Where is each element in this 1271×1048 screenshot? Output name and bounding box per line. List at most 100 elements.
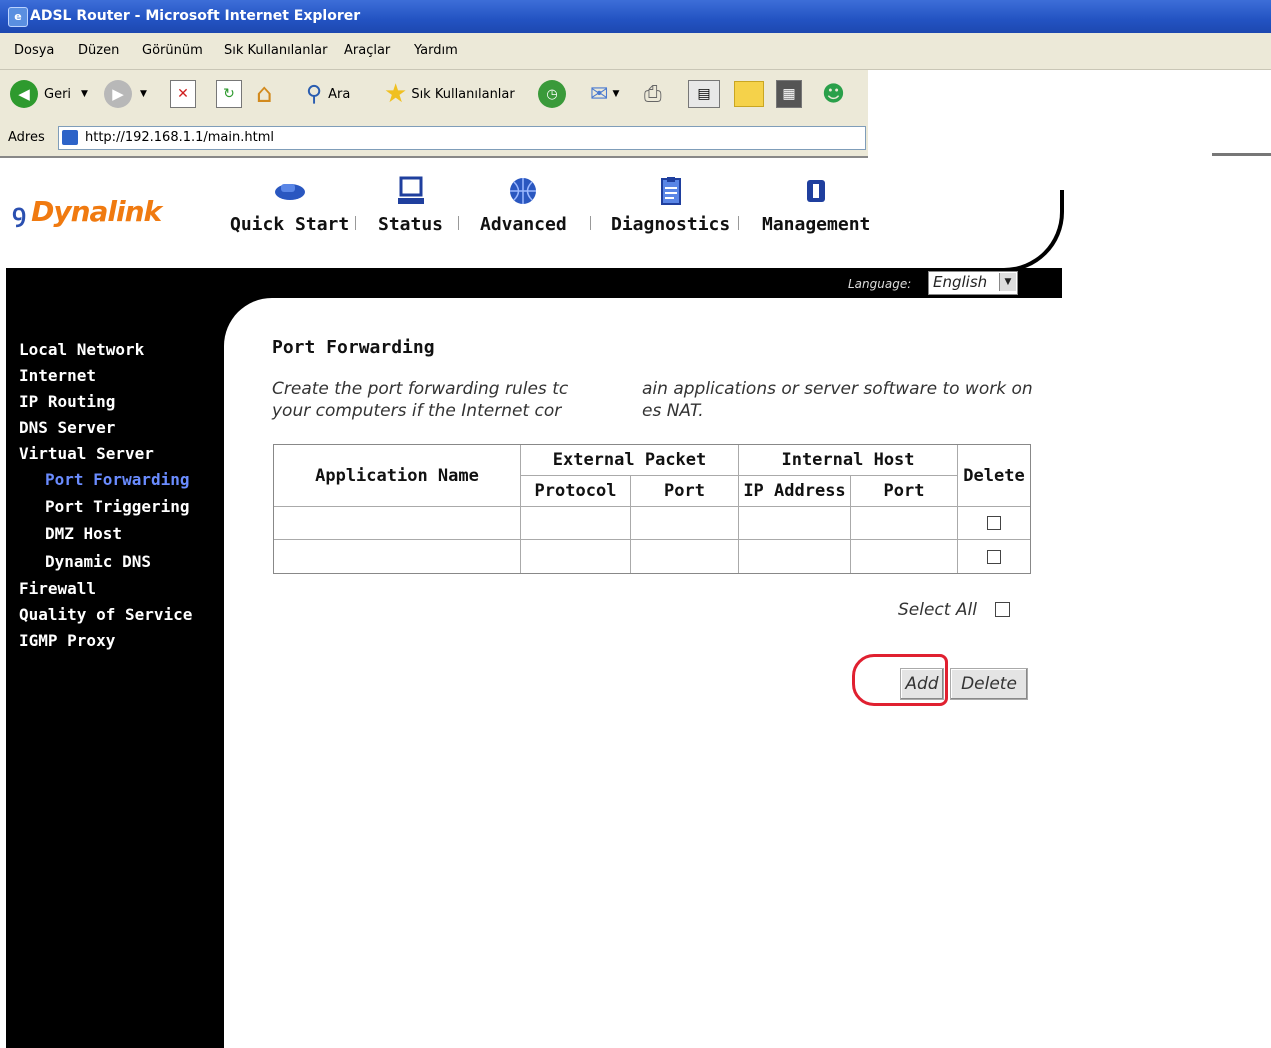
home-icon: ⌂ — [256, 79, 273, 109]
table-cell — [521, 540, 631, 573]
menu-item-favorites[interactable]: Sık Kullanılanlar — [224, 43, 327, 58]
edit-button[interactable]: ▤ — [688, 78, 720, 110]
nav-quick-start[interactable]: Quick Start — [230, 176, 349, 235]
row-delete-checkbox[interactable] — [987, 516, 1001, 530]
port-forwarding-table: Application Name External Packet Interna… — [273, 444, 1031, 574]
table-cell — [274, 540, 521, 573]
messenger-icon: ☻ — [822, 81, 845, 107]
table-cell — [851, 507, 958, 540]
forward-arrow-icon: ▶ — [104, 80, 132, 108]
page-title: Port Forwarding — [272, 337, 435, 358]
nav-management[interactable]: Management — [762, 176, 870, 235]
stop-icon: ✕ — [170, 80, 196, 108]
favorites-button[interactable]: ★ Sık Kullanılanlar — [384, 78, 515, 110]
management-icon — [807, 180, 826, 202]
description-line2-start: your computers if the Internet cor — [272, 401, 562, 421]
table-cell — [739, 540, 851, 573]
nav-separator — [590, 216, 591, 230]
nav-advanced[interactable]: Advanced — [480, 176, 567, 235]
table-cell — [851, 540, 958, 573]
print-button[interactable]: ⎙ — [644, 78, 662, 110]
header-external-packet: External Packet — [521, 445, 739, 476]
sidebar-item-virtual-server[interactable]: Virtual Server — [19, 444, 154, 463]
history-button[interactable]: ◷ — [538, 78, 566, 110]
back-arrow-icon: ◀ — [10, 80, 38, 108]
sidebar-item-internet[interactable]: Internet — [19, 366, 96, 385]
table-cell — [521, 507, 631, 540]
select-all-checkbox[interactable] — [995, 602, 1010, 617]
history-icon: ◷ — [538, 80, 566, 108]
refresh-icon: ↻ — [216, 80, 242, 108]
sidebar-item-port-triggering[interactable]: Port Triggering — [45, 497, 190, 516]
ie-app-icon: e — [8, 7, 28, 27]
stop-button[interactable]: ✕ — [170, 78, 196, 110]
header-delete: Delete — [958, 445, 1030, 507]
printer-icon: ⎙ — [644, 81, 662, 107]
home-button[interactable]: ⌂ — [256, 78, 273, 110]
back-button[interactable]: ◀ Geri ▼ — [10, 78, 88, 110]
sidebar-item-igmp-proxy[interactable]: IGMP Proxy — [19, 631, 115, 650]
nav-separator — [458, 216, 459, 230]
menu-item-file[interactable]: Dosya — [14, 43, 54, 58]
mail-button[interactable]: ✉ ▼ — [590, 78, 619, 110]
sidebar-item-dns-server[interactable]: DNS Server — [19, 418, 115, 437]
research-icon: ▦ — [776, 80, 802, 108]
menu-item-help[interactable]: Yardım — [414, 43, 458, 58]
address-bar: Adres http://192.168.1.1/main.html — [0, 120, 868, 158]
header-protocol: Protocol — [521, 476, 631, 507]
folder-button[interactable] — [734, 78, 764, 110]
search-icon: ⚲ — [306, 81, 323, 107]
window-title: ADSL Router - Microsoft Internet Explore… — [30, 8, 361, 24]
language-label: Language: — [848, 277, 912, 291]
delete-button[interactable]: Delete — [950, 668, 1028, 700]
row-delete-checkbox[interactable] — [987, 549, 1001, 564]
nav-diagnostics[interactable]: Diagnostics — [611, 176, 730, 235]
sidebar-item-ip-routing[interactable]: IP Routing — [19, 392, 115, 411]
search-button[interactable]: ⚲ Ara — [306, 78, 350, 110]
clipboard-icon — [660, 177, 681, 205]
quick-start-icon — [274, 184, 305, 200]
research-button[interactable]: ▦ — [776, 78, 802, 110]
header-internal-port: Port — [851, 476, 958, 507]
star-icon: ★ — [384, 79, 408, 109]
dynalink-logo: ꝯ Dynalink — [12, 195, 162, 228]
sidebar-item-dynamic-dns[interactable]: Dynamic DNS — [45, 552, 151, 571]
nav-separator — [355, 216, 356, 230]
globe-icon — [510, 178, 537, 204]
browser-toolbar: ◀ Geri ▼ ▶ ▼ ✕ ↻ ⌂ ⚲ Ara ★ Sık Kullanıla… — [0, 70, 868, 120]
sidebar-item-quality-of-service[interactable]: Quality of Service — [19, 605, 192, 624]
address-bar-edge — [1212, 153, 1271, 156]
description-line1-end: ain applications or server software to w… — [642, 379, 1033, 399]
logo-mark-icon: ꝯ — [12, 199, 26, 227]
language-value: English — [933, 273, 988, 291]
nav-status[interactable]: Status — [378, 176, 443, 235]
monitor-icon — [397, 176, 424, 204]
language-select[interactable]: English ▼ — [928, 271, 1018, 295]
menu-item-tools[interactable]: Araçlar — [344, 43, 390, 58]
messenger-button[interactable]: ☻ — [822, 78, 845, 110]
mail-icon: ✉ — [590, 81, 609, 107]
refresh-button[interactable]: ↻ — [216, 78, 242, 110]
menu-item-view[interactable]: Görünüm — [142, 43, 203, 58]
toolbar-blank-area — [868, 70, 1271, 120]
table-cell — [274, 507, 521, 540]
sidebar-item-local-network[interactable]: Local Network — [19, 340, 144, 359]
table-cell — [958, 540, 1030, 573]
chevron-down-icon[interactable]: ▼ — [999, 273, 1016, 291]
description-line1-start: Create the port forwarding rules tc — [272, 379, 569, 399]
header-external-port: Port — [631, 476, 739, 507]
header-application-name: Application Name — [274, 445, 521, 507]
sidebar-item-firewall[interactable]: Firewall — [19, 579, 96, 598]
select-all-label: Select All — [898, 600, 977, 620]
sidebar-item-dmz-host[interactable]: DMZ Host — [45, 524, 122, 543]
edit-icon: ▤ — [688, 80, 720, 108]
sidebar-item-port-forwarding[interactable]: Port Forwarding — [45, 470, 190, 489]
forward-button[interactable]: ▶ ▼ — [104, 78, 147, 110]
address-label: Adres — [8, 130, 45, 145]
sidebar: Local Network Internet IP Routing DNS Se… — [6, 298, 224, 1048]
menu-item-edit[interactable]: Düzen — [78, 43, 119, 58]
address-input[interactable]: http://192.168.1.1/main.html — [58, 126, 866, 150]
header-internal-host: Internal Host — [739, 445, 958, 476]
page-icon — [62, 130, 78, 145]
folder-icon — [734, 81, 764, 107]
